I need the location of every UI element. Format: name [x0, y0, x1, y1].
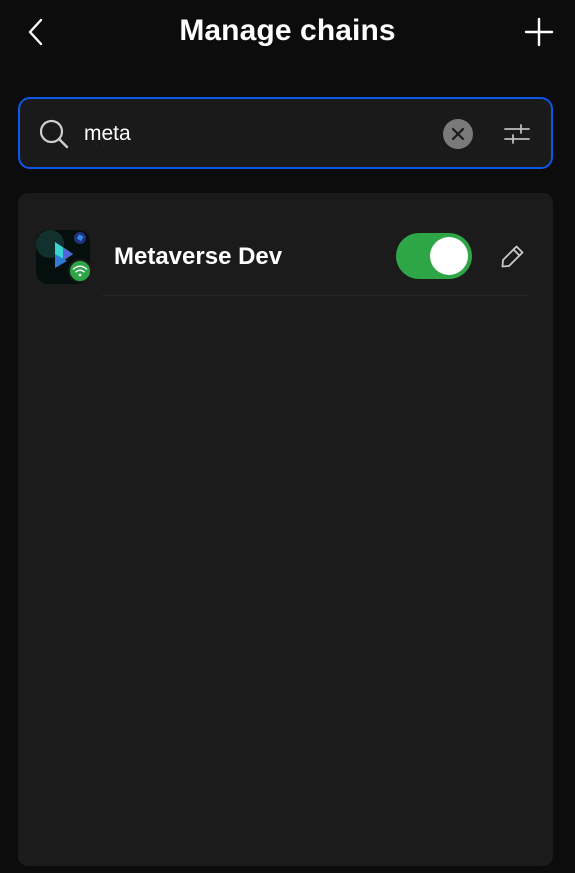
pencil-icon [501, 245, 524, 268]
plus-icon [524, 17, 554, 47]
sliders-icon [504, 124, 530, 144]
add-chain-button[interactable] [519, 12, 559, 52]
edit-chain-button[interactable] [498, 241, 528, 271]
chains-list: Metaverse Dev [18, 193, 553, 866]
clear-search-button[interactable] [443, 119, 473, 149]
page-title: Manage chains [179, 14, 396, 47]
chain-name: Metaverse Dev [114, 243, 283, 270]
row-divider [102, 295, 528, 296]
chain-enabled-toggle[interactable] [396, 233, 472, 279]
filter-button[interactable] [501, 118, 533, 150]
search-icon [39, 119, 69, 149]
chain-row[interactable]: Metaverse Dev [18, 193, 553, 297]
clear-circle-icon [451, 127, 465, 141]
toggle-knob [430, 237, 468, 275]
wifi-status-icon [68, 259, 92, 283]
search-bar [18, 97, 553, 169]
search-input[interactable] [84, 116, 424, 152]
header: Manage chains [0, 0, 575, 66]
